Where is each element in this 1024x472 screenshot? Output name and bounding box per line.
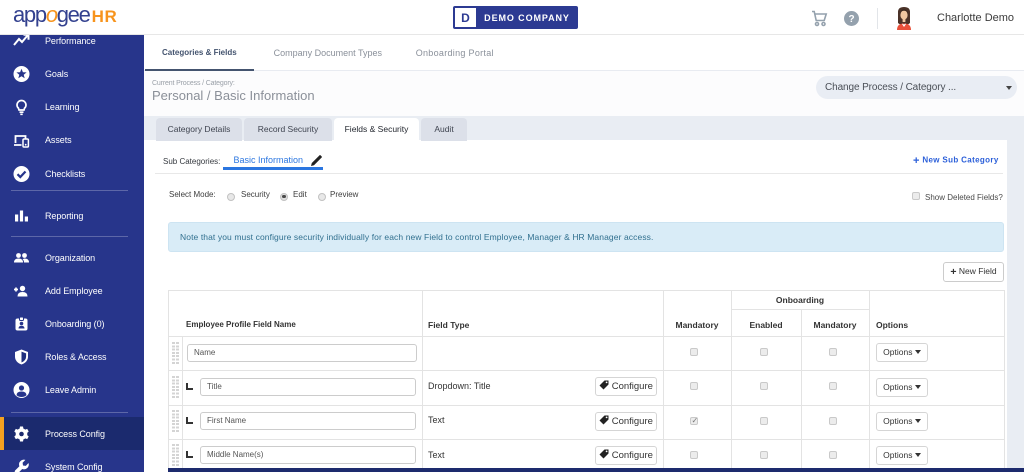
svg-text:?: ?	[848, 14, 854, 25]
